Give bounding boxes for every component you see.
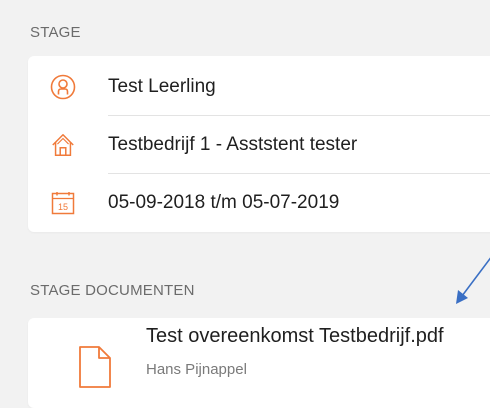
stage-card: Test Leerling Testbedrijf 1 - Asststent … (28, 56, 490, 232)
period-row[interactable]: 15 05-09-2018 t/m 05-07-2019 (28, 174, 490, 231)
stage-section-header: STAGE (30, 24, 81, 41)
calendar-icon: 15 (50, 190, 76, 216)
documents-section-header: STAGE DOCUMENTEN (30, 282, 195, 299)
company-name: Testbedrijf 1 - Asststent tester (108, 133, 358, 155)
period-dates: 05-09-2018 t/m 05-07-2019 (108, 191, 340, 213)
company-row[interactable]: Testbedrijf 1 - Asststent tester (28, 116, 490, 173)
file-icon (79, 346, 111, 388)
user-circle-icon (50, 74, 76, 100)
document-author: Hans Pijnappel (146, 361, 247, 378)
document-title[interactable]: Test overeenkomst Testbedrijf.pdf (146, 325, 444, 348)
student-row[interactable]: Test Leerling (28, 58, 490, 115)
document-item[interactable]: Test overeenkomst Testbedrijf.pdf Hans P… (28, 318, 490, 408)
calendar-day: 15 (58, 202, 68, 212)
student-name: Test Leerling (108, 75, 216, 97)
house-icon (50, 132, 76, 158)
